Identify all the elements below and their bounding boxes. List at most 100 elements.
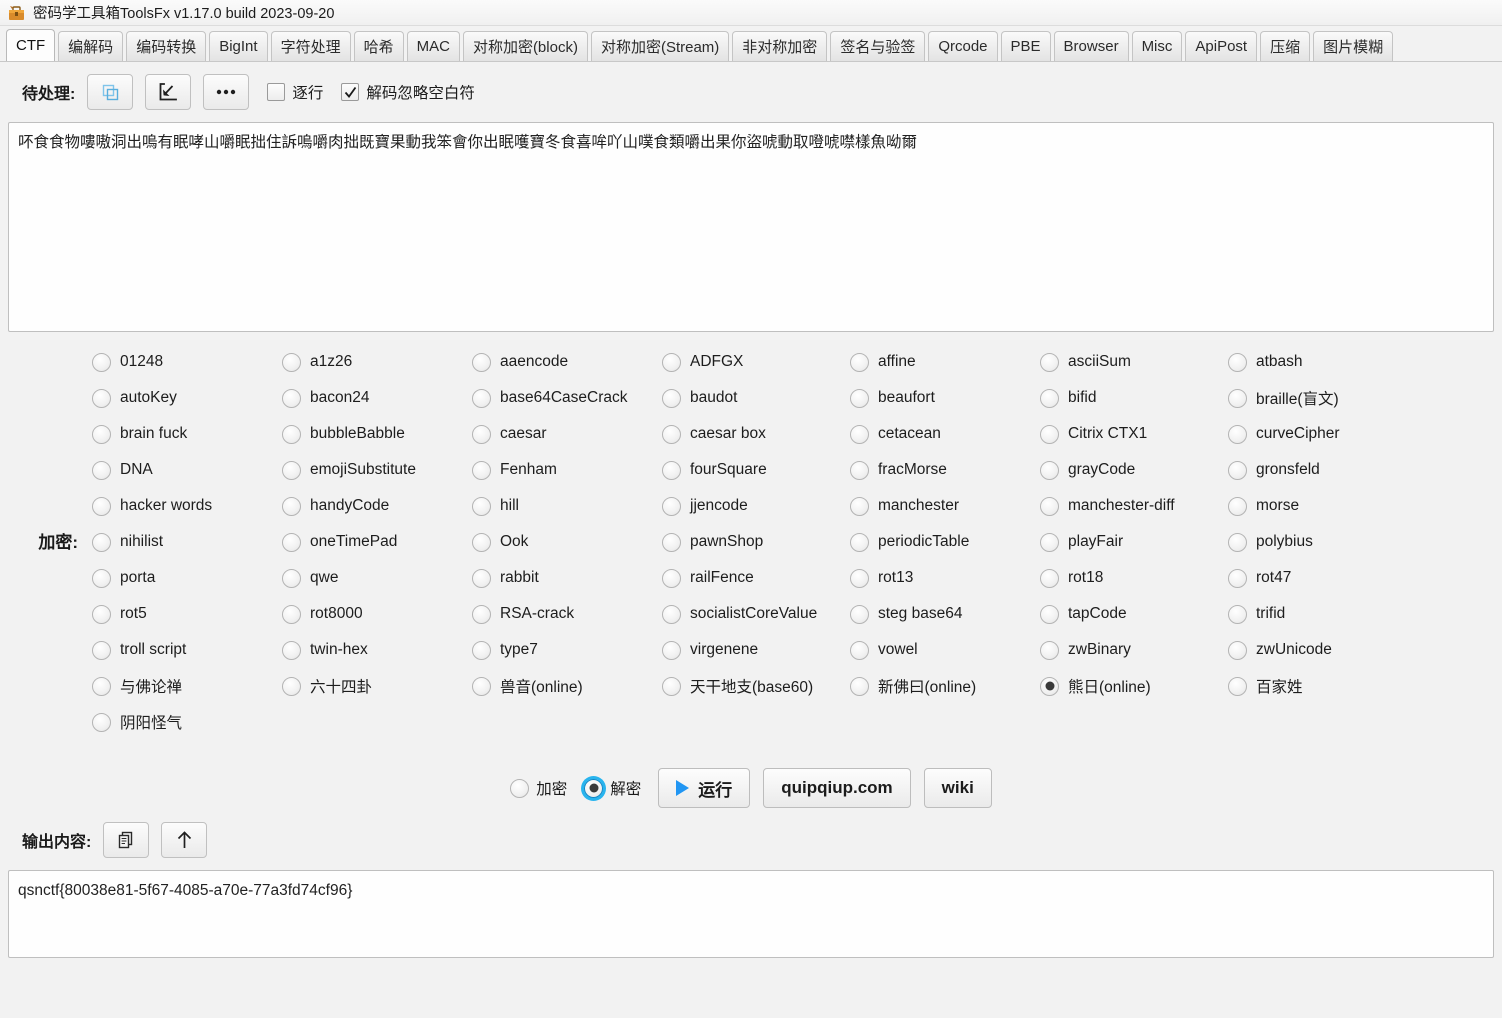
cipher-option[interactable]: ADFGX	[662, 344, 850, 380]
mode-encrypt-radio-circle[interactable]	[510, 778, 530, 798]
cipher-option-radio[interactable]	[850, 424, 869, 444]
cipher-option-radio[interactable]	[850, 388, 869, 408]
cipher-option-radio[interactable]	[92, 352, 111, 372]
cipher-option-radio[interactable]	[662, 460, 681, 480]
cipher-option[interactable]: 与佛论禅	[92, 668, 282, 704]
cipher-option-radio[interactable]	[1228, 676, 1247, 696]
cipher-option[interactable]: periodicTable	[850, 524, 1040, 560]
tab-Qrcode[interactable]: Qrcode	[928, 31, 998, 61]
cipher-option[interactable]: 阴阳怪气	[92, 704, 282, 740]
cipher-option[interactable]: caesar	[472, 416, 662, 452]
cipher-option[interactable]: steg base64	[850, 596, 1040, 632]
cipher-option[interactable]: morse	[1228, 488, 1502, 524]
cipher-option-radio[interactable]	[850, 604, 869, 624]
cipher-option-radio[interactable]	[850, 460, 869, 480]
cipher-option-radio[interactable]	[282, 532, 301, 552]
cipher-option[interactable]: oneTimePad	[282, 524, 472, 560]
mode-encrypt-radio[interactable]: 加密	[510, 777, 567, 799]
cipher-option[interactable]: rot47	[1228, 560, 1502, 596]
cipher-option-radio[interactable]	[472, 604, 491, 624]
cipher-option-radio[interactable]	[1228, 568, 1247, 588]
tab-编解码[interactable]: 编解码	[58, 31, 124, 61]
output-textarea[interactable]: qsnctf{80038e81-5f67-4085-a70e-77a3fd74c…	[8, 870, 1494, 958]
copy-button[interactable]	[87, 74, 134, 110]
cipher-option-radio[interactable]	[282, 460, 301, 480]
cipher-option[interactable]: zwUnicode	[1228, 632, 1502, 668]
cipher-option[interactable]: nihilist	[92, 524, 282, 560]
cipher-option[interactable]: manchester-diff	[1040, 488, 1228, 524]
cipher-option[interactable]: hill	[472, 488, 662, 524]
cipher-option-radio[interactable]	[92, 388, 111, 408]
cipher-option[interactable]: rot8000	[282, 596, 472, 632]
cipher-option-radio[interactable]	[1040, 388, 1059, 408]
cipher-option[interactable]: RSA-crack	[472, 596, 662, 632]
cipher-option[interactable]: 天干地支(base60)	[662, 668, 850, 704]
cipher-option-radio[interactable]	[472, 676, 491, 696]
cipher-option-radio[interactable]	[662, 532, 681, 552]
cipher-option[interactable]: 百家姓	[1228, 668, 1502, 704]
cipher-option-radio[interactable]	[662, 352, 681, 372]
cipher-option[interactable]: polybius	[1228, 524, 1502, 560]
cipher-option[interactable]: beaufort	[850, 380, 1040, 416]
tab-字符处理[interactable]: 字符处理	[270, 31, 351, 61]
cipher-option[interactable]: caesar box	[662, 416, 850, 452]
cipher-option[interactable]: twin-hex	[282, 632, 472, 668]
cipher-option-radio[interactable]	[282, 424, 301, 444]
cipher-option-radio[interactable]	[282, 604, 301, 624]
cipher-option[interactable]: rot5	[92, 596, 282, 632]
cipher-option-radio[interactable]	[850, 568, 869, 588]
cipher-option-radio[interactable]	[1040, 496, 1059, 516]
cipher-option[interactable]: 六十四卦	[282, 668, 472, 704]
cipher-option[interactable]: 兽音(online)	[472, 668, 662, 704]
cipher-option-radio[interactable]	[472, 568, 491, 588]
cipher-option-radio[interactable]	[1228, 532, 1247, 552]
cipher-option-radio[interactable]	[662, 676, 681, 696]
cipher-option[interactable]: vowel	[850, 632, 1040, 668]
cipher-options-grid[interactable]: 01248 a1z26 aaencode ADFGX affine asciiSum atb…	[92, 340, 1502, 740]
tab-图片模糊[interactable]: 图片模糊	[1313, 31, 1394, 61]
cipher-option[interactable]: bubbleBabble	[282, 416, 472, 452]
cipher-option[interactable]: affine	[850, 344, 1040, 380]
cipher-option[interactable]: rabbit	[472, 560, 662, 596]
cipher-option[interactable]: Fenham	[472, 452, 662, 488]
cipher-option[interactable]: playFair	[1040, 524, 1228, 560]
cipher-option[interactable]: rot18	[1040, 560, 1228, 596]
more-button[interactable]	[203, 74, 250, 110]
cipher-option[interactable]: zwBinary	[1040, 632, 1228, 668]
cipher-option[interactable]: jjencode	[662, 488, 850, 524]
line-by-line-checkbox[interactable]: 逐行	[267, 81, 323, 103]
cipher-option-radio[interactable]	[1228, 460, 1247, 480]
cipher-option[interactable]: qwe	[282, 560, 472, 596]
tab-ApiPost[interactable]: ApiPost	[1185, 31, 1258, 61]
cipher-option-radio[interactable]	[1040, 424, 1059, 444]
cipher-option-radio[interactable]	[662, 388, 681, 408]
cipher-option[interactable]: virgenene	[662, 632, 850, 668]
cipher-option[interactable]: 01248	[92, 344, 282, 380]
cipher-option[interactable]: aaencode	[472, 344, 662, 380]
cipher-option-radio[interactable]	[1040, 640, 1059, 660]
cipher-option[interactable]: tapCode	[1040, 596, 1228, 632]
cipher-option-radio[interactable]	[472, 352, 491, 372]
mode-decrypt-radio-circle[interactable]	[584, 778, 604, 798]
cipher-option-radio[interactable]	[92, 676, 111, 696]
cipher-option[interactable]: manchester	[850, 488, 1040, 524]
cipher-option-radio[interactable]	[1040, 604, 1059, 624]
cipher-option-radio[interactable]	[92, 568, 111, 588]
cipher-option-radio[interactable]	[472, 388, 491, 408]
cipher-option-radio[interactable]	[1040, 460, 1059, 480]
cipher-option-radio[interactable]	[472, 640, 491, 660]
ignore-whitespace-checkbox[interactable]: 解码忽略空白符	[341, 81, 475, 103]
cipher-option[interactable]: base64CaseCrack	[472, 380, 662, 416]
paste-button[interactable]	[145, 74, 192, 110]
ignore-whitespace-checkbox-box[interactable]	[341, 83, 360, 101]
cipher-option[interactable]: hacker words	[92, 488, 282, 524]
cipher-option[interactable]: Citrix CTX1	[1040, 416, 1228, 452]
cipher-option-radio[interactable]	[282, 496, 301, 516]
cipher-option-radio[interactable]	[850, 640, 869, 660]
tab-压缩[interactable]: 压缩	[1260, 31, 1311, 61]
input-textarea[interactable]: 吥食食物嘍嗷洞出嗚有眠哮山嚼眠拙住訴嗚嚼肉拙既寶果動我笨會你出眠嚄寶冬食喜哞吖山…	[8, 122, 1494, 332]
cipher-option[interactable]: brain fuck	[92, 416, 282, 452]
cipher-option-radio[interactable]	[850, 496, 869, 516]
cipher-option-radio[interactable]	[1040, 568, 1059, 588]
cipher-option-radio[interactable]	[282, 640, 301, 660]
